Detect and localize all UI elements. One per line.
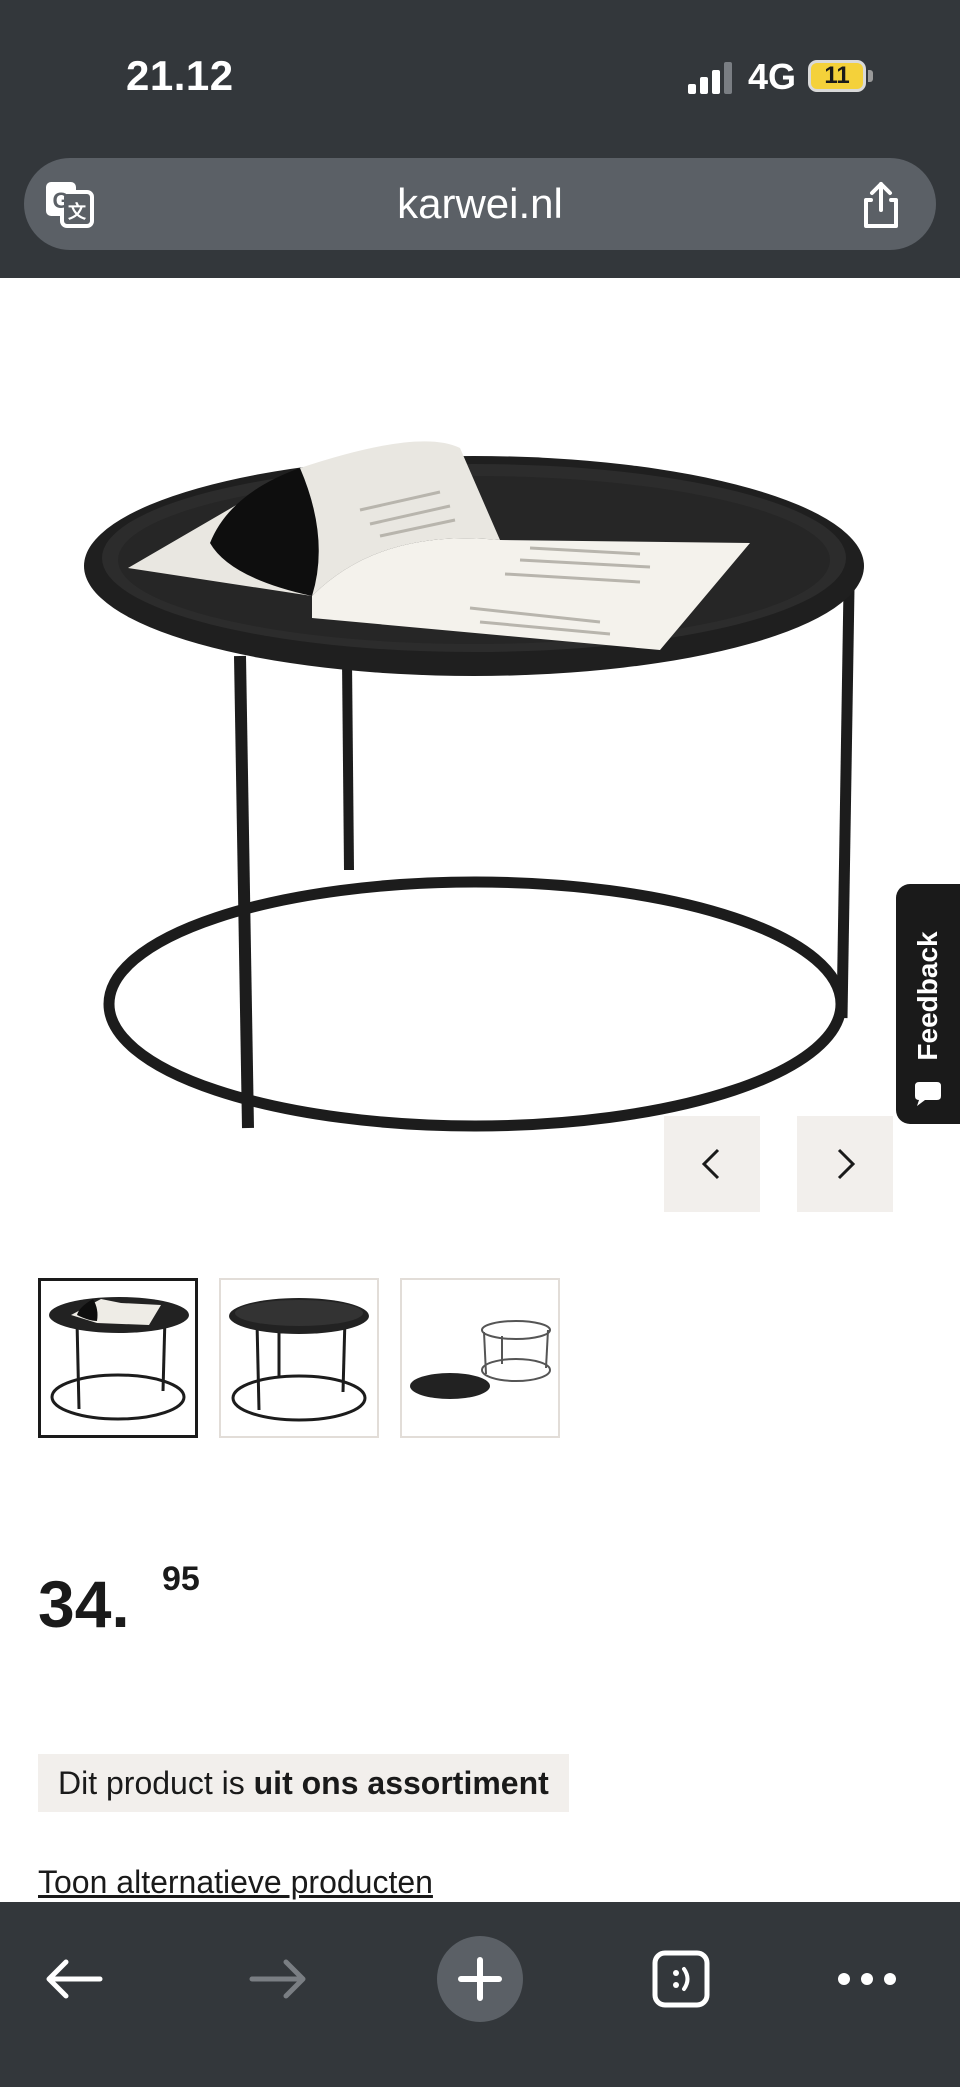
battery-icon: 11 (808, 60, 873, 92)
back-button[interactable] (32, 1936, 118, 2022)
product-photo-table (84, 441, 864, 1132)
feedback-tab[interactable]: Feedback (896, 884, 960, 1124)
new-tab-button[interactable] (437, 1936, 523, 2022)
chevron-right-icon (837, 1148, 856, 1180)
forward-button[interactable] (234, 1936, 320, 2022)
network-type: 4G (748, 56, 797, 97)
product-image[interactable] (0, 278, 960, 1238)
chevron-left-icon (701, 1148, 720, 1180)
product-price: 34. 95 (38, 1560, 200, 1642)
availability-notice: Dit product is uit ons assortiment (38, 1754, 569, 1812)
status-time: 21.12 (126, 52, 234, 99)
battery-level: 11 (824, 62, 850, 89)
chat-bubble-icon (915, 1082, 941, 1106)
forward-arrow-icon (249, 1959, 306, 1999)
feedback-label: Feedback (912, 931, 943, 1061)
plus-icon (458, 1957, 502, 2001)
gallery-next-button[interactable] (797, 1116, 893, 1212)
alternatives-link[interactable]: Toon alternatieve producten (38, 1864, 433, 1901)
svg-text:G: G (52, 188, 69, 213)
more-menu-button[interactable] (824, 1936, 910, 2022)
thumbnail-2[interactable] (219, 1278, 379, 1438)
availability-status: uit ons assortiment (253, 1765, 549, 1801)
browser-top-chrome: 21.12 4G 11 karwei.nl G 文 (0, 0, 960, 278)
tabs-button[interactable] (638, 1936, 724, 2022)
browser-bottom-toolbar (0, 1902, 960, 2087)
tabs-icon (652, 1950, 710, 2008)
back-arrow-icon (46, 1959, 103, 1999)
thumbnail-image (229, 1298, 369, 1422)
thumbnail-1[interactable] (38, 1278, 198, 1438)
url-text[interactable]: karwei.nl (24, 158, 936, 250)
price-whole: 34. (38, 1567, 130, 1641)
thumbnail-image (410, 1320, 551, 1399)
svg-text:文: 文 (68, 201, 87, 222)
gallery-prev-button[interactable] (664, 1116, 760, 1212)
share-icon[interactable] (856, 180, 906, 230)
thumbnail-3[interactable] (400, 1278, 560, 1438)
more-icon (838, 1973, 896, 1985)
price-cents: 95 (162, 1560, 200, 1598)
translate-icon[interactable]: G 文 (44, 180, 96, 228)
thumbnail-image (49, 1297, 189, 1421)
availability-prefix: Dit product is (58, 1765, 254, 1801)
signal-icon (688, 62, 732, 94)
address-bar[interactable]: karwei.nl G 文 (24, 158, 936, 250)
